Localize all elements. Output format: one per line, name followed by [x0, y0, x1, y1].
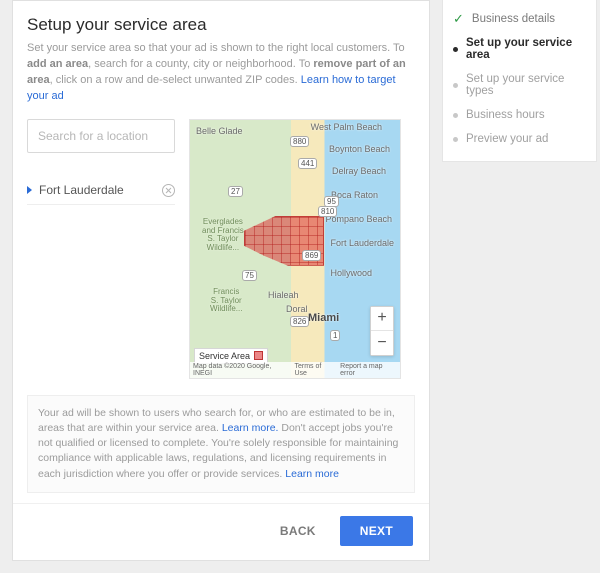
step-label: Preview your ad [466, 133, 548, 145]
route-shield: 27 [228, 186, 243, 197]
route-shield: 869 [302, 250, 321, 261]
caret-right-icon [27, 186, 32, 194]
step-label: Set up your service types [466, 73, 586, 97]
page-title: Setup your service area [27, 15, 415, 35]
bullet-icon [453, 83, 458, 88]
map-label: Boynton Beach [329, 144, 390, 154]
remove-area-icon[interactable] [162, 184, 175, 197]
step-service-types[interactable]: Set up your service types [449, 67, 590, 103]
route-shield: 826 [290, 316, 309, 327]
step-label: Business details [472, 13, 555, 25]
service-area-card: Setup your service area Set your service… [12, 0, 430, 561]
map-label: Hialeah [268, 290, 299, 300]
location-search-input[interactable] [27, 119, 175, 153]
step-service-area[interactable]: Set up your service area [449, 31, 590, 67]
map-label: Hollywood [330, 268, 372, 278]
map-zoom-control: + − [370, 306, 394, 356]
service-area-map[interactable]: Belle Glade West Palm Beach Boynton Beac… [189, 119, 401, 379]
zoom-out-button[interactable]: − [371, 331, 393, 355]
map-label: Doral [286, 304, 308, 314]
map-park-label: Everglades and Francis S. Taylor Wildlif… [202, 218, 244, 253]
bullet-icon [453, 137, 458, 142]
map-label: Miami [308, 312, 339, 324]
wizard-actions: BACK NEXT [13, 503, 429, 560]
disclaimer-learn-more-1[interactable]: Learn more. [222, 422, 279, 434]
step-business-details[interactable]: ✓ Business details [449, 6, 590, 31]
disclaimer-learn-more-2[interactable]: Learn more [285, 468, 339, 480]
report-link[interactable]: Report a map error [340, 363, 397, 377]
wizard-steps: ✓ Business details Set up your service a… [442, 0, 597, 162]
step-business-hours[interactable]: Business hours [449, 103, 590, 127]
route-shield: 441 [298, 158, 317, 169]
map-label: West Palm Beach [311, 122, 382, 132]
route-shield: 880 [290, 136, 309, 147]
map-label: Belle Glade [196, 126, 243, 136]
route-shield: 810 [318, 206, 337, 217]
route-shield: 75 [242, 270, 257, 281]
zoom-in-button[interactable]: + [371, 307, 393, 331]
route-shield: 1 [330, 330, 340, 341]
legend-swatch-icon [254, 351, 263, 360]
next-button[interactable]: NEXT [340, 516, 413, 546]
check-icon: ✓ [453, 12, 464, 25]
page-description: Set your service area so that your ad is… [27, 41, 415, 105]
step-preview-ad[interactable]: Preview your ad [449, 127, 590, 151]
bullet-icon [453, 47, 458, 52]
back-button[interactable]: BACK [272, 516, 324, 546]
bullet-icon [453, 113, 458, 118]
step-label: Business hours [466, 109, 545, 121]
step-label: Set up your service area [466, 37, 586, 61]
area-row-fort-lauderdale[interactable]: Fort Lauderdale [27, 177, 175, 205]
map-attribution: Map data ©2020 Google, INEGI Terms of Us… [190, 362, 400, 378]
area-name: Fort Lauderdale [39, 183, 162, 197]
map-park-label: Francis S. Taylor Wildlife... [210, 288, 242, 314]
map-label: Fort Lauderdale [330, 238, 394, 248]
disclaimer-box: Your ad will be shown to users who searc… [27, 395, 415, 493]
map-label: Delray Beach [332, 166, 386, 176]
terms-link[interactable]: Terms of Use [295, 363, 335, 377]
